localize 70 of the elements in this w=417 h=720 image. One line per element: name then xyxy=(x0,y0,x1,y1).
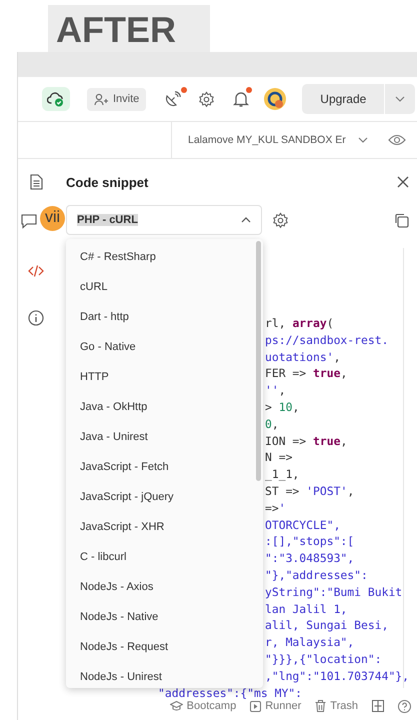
upgrade-button[interactable]: Upgrade xyxy=(302,84,384,114)
annotation-badge: vii xyxy=(40,206,65,231)
panel-title: Code snippet xyxy=(66,174,148,190)
sync-button[interactable] xyxy=(42,87,70,111)
graduation-cap-icon xyxy=(170,701,183,711)
status-bar-button[interactable]: Runner xyxy=(250,700,302,712)
code-line: alil, Sungai Besi, xyxy=(265,617,388,634)
help-icon[interactable] xyxy=(398,700,411,712)
code-line: _1_1, xyxy=(265,466,300,483)
code-line: ":"3.048593", xyxy=(265,550,354,567)
scrollbar[interactable] xyxy=(256,241,261,481)
info-icon[interactable] xyxy=(28,310,44,326)
code-line: "addresses":{"ms MY": xyxy=(158,684,302,701)
code-line: r, Malaysia", xyxy=(265,634,354,651)
copy-icon[interactable] xyxy=(394,212,409,228)
code-line: > 10, xyxy=(265,398,300,416)
language-option[interactable]: JavaScript - Fetch xyxy=(66,452,256,482)
language-option[interactable]: NodeJs - Request xyxy=(66,632,256,662)
status-bar-button[interactable]: Trash xyxy=(315,700,358,712)
code-line: uotations', xyxy=(265,348,340,366)
language-option[interactable]: NodeJs - Axios xyxy=(66,572,256,602)
chevron-down-icon xyxy=(358,137,368,143)
code-line: ION => true, xyxy=(265,432,348,450)
code-line: ST => 'POST', xyxy=(265,482,354,500)
trash-icon xyxy=(315,700,326,712)
status-bar-button[interactable]: Bootcamp xyxy=(170,700,236,712)
document-icon[interactable] xyxy=(30,174,42,190)
chevron-down-icon xyxy=(395,96,406,102)
bell-icon[interactable] xyxy=(233,90,250,108)
play-box-icon xyxy=(250,700,262,712)
code-line: 0, xyxy=(265,416,279,433)
add-person-icon xyxy=(94,92,108,106)
language-dropdown[interactable]: PHP - cURL xyxy=(66,205,262,235)
code-line: FER => true, xyxy=(265,365,348,382)
language-option[interactable]: Go - Native xyxy=(66,332,256,362)
code-line: "}}},{"location": xyxy=(265,650,382,668)
close-icon[interactable] xyxy=(397,176,409,188)
language-option[interactable]: Java - OkHttp xyxy=(66,392,256,422)
code-line: ,"lng":"101.703744"}, xyxy=(265,668,410,685)
language-option[interactable]: JavaScript - XHR xyxy=(66,512,256,542)
code-line: =>' xyxy=(265,500,286,517)
code-line: :[],"stops":[ xyxy=(265,533,354,550)
code-icon[interactable] xyxy=(28,265,44,277)
language-option[interactable]: JavaScript - jQuery xyxy=(66,482,256,512)
cloud-check-icon xyxy=(47,91,65,107)
code-line: "},"addresses": xyxy=(265,566,368,584)
code-line: ps://sandbox-rest. xyxy=(265,332,388,349)
code-line: lan Jalil 1, xyxy=(265,600,348,618)
comment-icon[interactable] xyxy=(21,214,37,229)
environment-selector[interactable]: Lalamove MY_KUL SANDBOX Er xyxy=(188,134,368,146)
code-line: '', xyxy=(265,382,286,399)
avatar[interactable] xyxy=(263,87,288,111)
language-option[interactable]: Dart - http xyxy=(66,302,256,332)
invite-button[interactable]: Invite xyxy=(87,88,146,110)
layout-icon[interactable] xyxy=(372,700,384,712)
language-option[interactable]: C - libcurl xyxy=(66,542,256,572)
language-option[interactable]: C# - RestSharp xyxy=(66,242,256,272)
code-line: N => xyxy=(265,449,292,466)
code-line: yString":"Bumi Bukit xyxy=(265,584,402,601)
language-option[interactable]: NodeJs - Native xyxy=(66,602,256,632)
code-line: rl, array( xyxy=(265,315,334,332)
code-line: OTORCYCLE", xyxy=(265,516,340,534)
settings-icon[interactable] xyxy=(198,90,216,108)
overlay-label: AFTER xyxy=(48,5,210,52)
language-option[interactable]: cURL xyxy=(66,272,256,302)
language-option[interactable]: Java - Unirest xyxy=(66,422,256,452)
eye-icon[interactable] xyxy=(388,134,406,146)
chevron-up-icon xyxy=(241,217,251,223)
language-option[interactable]: HTTP xyxy=(66,362,256,392)
settings-icon[interactable] xyxy=(272,212,289,228)
